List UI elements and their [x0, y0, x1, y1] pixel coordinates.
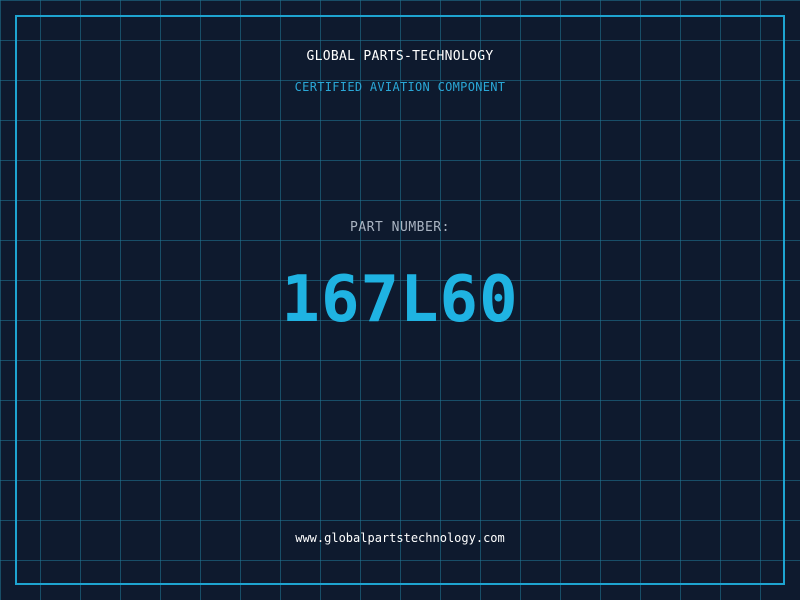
part-number-label: PART NUMBER:: [350, 220, 450, 235]
website-url: www.globalpartstechnology.com: [295, 531, 505, 545]
company-name: GLOBAL PARTS-TECHNOLOGY: [306, 49, 494, 64]
part-number-value: 167L60: [281, 263, 519, 337]
part-label-card: GLOBAL PARTS-TECHNOLOGY CERTIFIED AVIATI…: [0, 0, 800, 600]
certification-subtitle: CERTIFIED AVIATION COMPONENT: [294, 80, 506, 94]
